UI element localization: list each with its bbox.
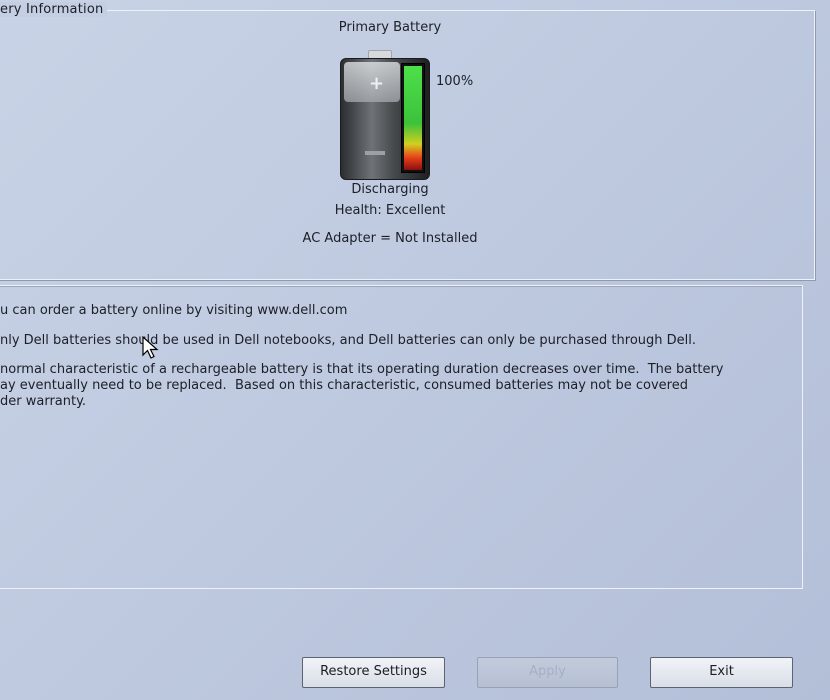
mouse-pointer-icon	[142, 335, 160, 364]
info-panel	[0, 285, 803, 589]
restore-settings-button[interactable]: Restore Settings	[302, 657, 445, 688]
battery-health: Health: Excellent	[334, 203, 446, 218]
info-line-order: u can order a battery online by visiting…	[0, 303, 348, 318]
info-line-warranty: der warranty.	[0, 394, 87, 409]
battery-title: Primary Battery	[338, 20, 442, 35]
charge-level-fill	[404, 66, 422, 170]
info-line-replace: ay eventually need to be replaced. Based…	[0, 378, 688, 393]
info-line-dell-only: nly Dell batteries should be used in Del…	[0, 333, 697, 348]
ac-adapter-status: AC Adapter = Not Installed	[302, 231, 478, 246]
battery-state: Discharging	[351, 182, 429, 197]
apply-button[interactable]: Apply	[477, 657, 618, 688]
battery-icon: +	[335, 50, 435, 182]
group-title: ery Information	[0, 2, 108, 17]
charge-level-frame	[401, 63, 425, 173]
info-line-characteristic: normal characteristic of a rechargeable …	[0, 362, 724, 377]
exit-button[interactable]: Exit	[650, 657, 793, 688]
charge-percent: 100%	[436, 74, 474, 89]
